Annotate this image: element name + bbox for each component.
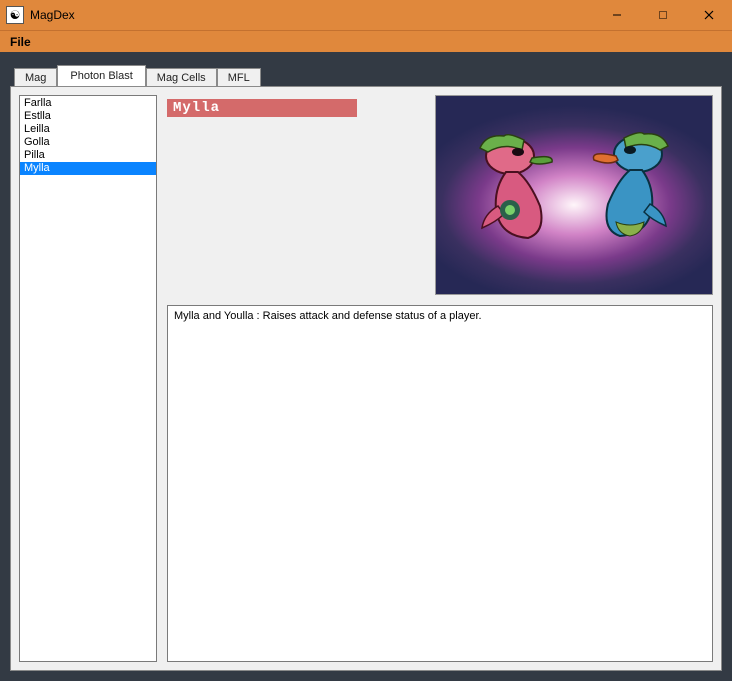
- list-item[interactable]: Golla: [20, 136, 156, 149]
- window-controls: [594, 0, 732, 30]
- list-item[interactable]: Pilla: [20, 149, 156, 162]
- creature-right-icon: [588, 126, 674, 256]
- detail-description: Mylla and Youlla : Raises attack and def…: [167, 305, 713, 662]
- tabstrip: Mag Photon Blast Mag Cells MFL: [10, 62, 722, 86]
- list-item[interactable]: Leilla: [20, 123, 156, 136]
- list-item[interactable]: Estlla: [20, 110, 156, 123]
- detail-header: Mylla: [167, 95, 713, 299]
- tab-mfl[interactable]: MFL: [217, 68, 261, 87]
- detail-image: [435, 95, 713, 295]
- minimize-button[interactable]: [594, 0, 640, 30]
- tab-photon-blast[interactable]: Photon Blast: [57, 65, 145, 86]
- creature-left-icon: [474, 128, 560, 258]
- maximize-button[interactable]: [640, 0, 686, 30]
- tab-panel: Farlla Estlla Leilla Golla Pilla Mylla M…: [10, 86, 722, 671]
- menu-file[interactable]: File: [10, 35, 31, 49]
- photon-blast-list[interactable]: Farlla Estlla Leilla Golla Pilla Mylla: [19, 95, 157, 662]
- menubar: File: [0, 30, 732, 52]
- detail-area: Mylla: [167, 95, 713, 662]
- detail-name-label: Mylla: [167, 99, 357, 117]
- app-icon-glyph: ☯: [10, 8, 21, 22]
- app-icon: ☯: [6, 6, 24, 24]
- tab-mag[interactable]: Mag: [14, 68, 57, 87]
- list-item[interactable]: Mylla: [20, 162, 156, 175]
- tab-mag-cells[interactable]: Mag Cells: [146, 68, 217, 87]
- titlebar: ☯ MagDex: [0, 0, 732, 30]
- close-button[interactable]: [686, 0, 732, 30]
- window-title: MagDex: [30, 8, 75, 22]
- list-item[interactable]: Farlla: [20, 97, 156, 110]
- content-frame: Mag Photon Blast Mag Cells MFL Farlla Es…: [0, 52, 732, 681]
